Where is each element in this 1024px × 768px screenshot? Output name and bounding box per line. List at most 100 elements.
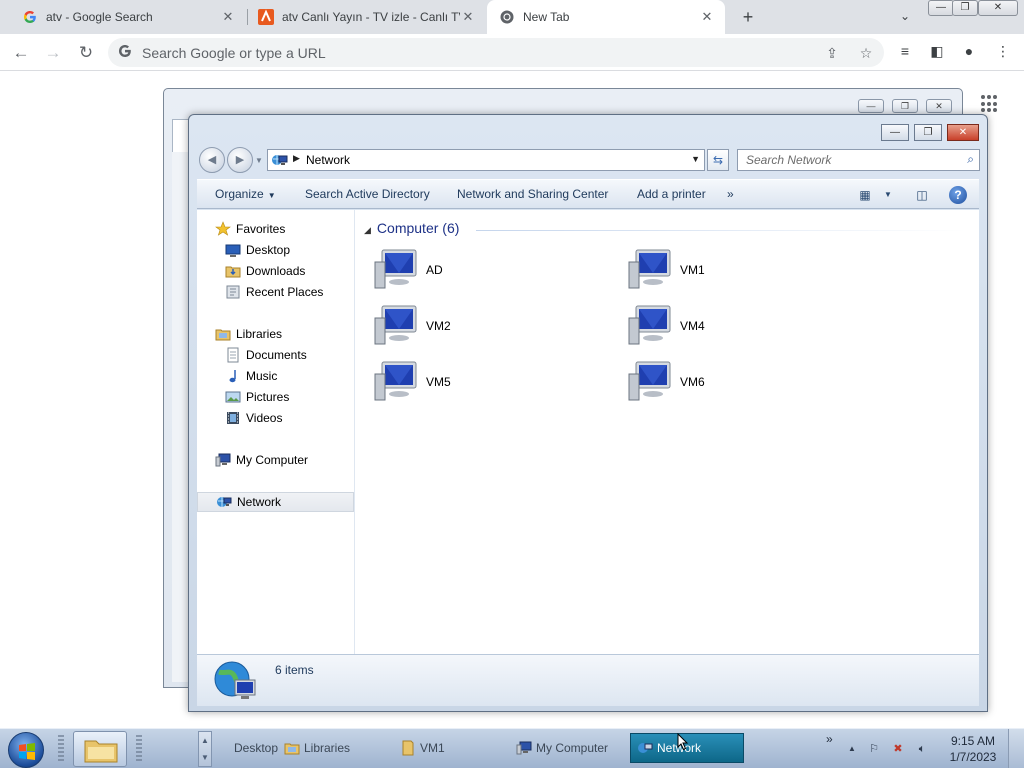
address-dropdown-icon[interactable]: ▼	[691, 154, 700, 164]
nav-network[interactable]: Network	[197, 492, 354, 512]
nav-recent-places[interactable]: Recent Places	[225, 282, 323, 302]
command-bar: Organize ▼ Search Active Directory Networ…	[197, 179, 979, 209]
forward-button[interactable]: →	[42, 42, 64, 64]
reload-button[interactable]: ↻	[75, 42, 97, 64]
network-explorer-window: — ❐ ✕ ◀ ▶ ▼ ▶ Network ▼ ⇆ ⌕ Organize▼ Se…	[188, 114, 988, 712]
scroll-toolbar-buttons[interactable]: ▲ ▼	[198, 731, 212, 767]
action-center-flag-icon[interactable]: ⚐	[866, 741, 882, 757]
toolbar-grip[interactable]	[136, 735, 142, 763]
computer-item-ad[interactable]: AD	[374, 248, 574, 294]
nav-pictures[interactable]: Pictures	[225, 387, 289, 407]
computer-item-vm4[interactable]: VM4	[628, 304, 828, 350]
new-tab-button[interactable]: +	[738, 7, 758, 27]
computer-item-vm5[interactable]: VM5	[374, 360, 574, 406]
tab-google-search[interactable]: atv - Google Search ✕	[0, 0, 246, 34]
show-desktop-button[interactable]	[1008, 729, 1024, 768]
folder-icon	[84, 740, 118, 763]
search-icon[interactable]: ⌕	[967, 152, 974, 167]
tab-search-chevron-icon[interactable]: ⌄	[896, 9, 914, 25]
downloads-folder-icon	[225, 263, 241, 279]
computer-item-vm2[interactable]: VM2	[374, 304, 574, 350]
close-button[interactable]: ✕	[947, 124, 979, 141]
computer-item-vm1[interactable]: VM1	[628, 248, 828, 294]
computer-item-vm6[interactable]: VM6	[628, 360, 828, 406]
close-button[interactable]: ✕	[926, 99, 952, 113]
side-panel-icon[interactable]: ◧	[928, 42, 946, 60]
file-list: ◢ Computer (6) AD VM1 VM2 VM4 VM5 VM6	[356, 210, 979, 654]
toolbar-grip[interactable]	[58, 735, 64, 763]
address-bar[interactable]: ▶ Network ▼	[267, 149, 705, 171]
nav-favorites[interactable]: Favorites	[215, 219, 285, 239]
organize-menu[interactable]: Organize ▼	[215, 187, 276, 201]
maximize-button[interactable]: ❐	[892, 99, 918, 113]
taskbar-desktop-toolbar[interactable]: Desktop	[234, 733, 278, 763]
minimize-button[interactable]: —	[928, 0, 954, 16]
bookmark-star-icon[interactable]: ☆	[858, 45, 874, 61]
forward-button[interactable]: ▶	[227, 147, 253, 173]
network-sharing-center-button[interactable]: Network and Sharing Center	[457, 187, 608, 201]
minimize-button[interactable]: —	[881, 124, 909, 141]
group-header-computer[interactable]: ◢ Computer (6)	[364, 220, 459, 236]
computer-icon	[215, 452, 231, 468]
taskbar-more-button[interactable]: »	[826, 729, 833, 749]
explorer-quicklaunch-button[interactable]	[73, 731, 127, 767]
taskbar-item-libraries[interactable]: Libraries	[284, 733, 350, 763]
nav-documents[interactable]: Documents	[225, 345, 307, 365]
breadcrumb-network[interactable]: Network	[306, 153, 350, 167]
change-view-icon[interactable]: ▦	[857, 186, 873, 204]
details-pane: 6 items	[197, 654, 979, 706]
nav-desktop[interactable]: Desktop	[225, 240, 290, 260]
nav-videos[interactable]: Videos	[225, 408, 282, 428]
network-disconnected-icon[interactable]: ✖	[890, 741, 906, 757]
media-queue-icon[interactable]: ≡	[896, 42, 914, 60]
back-button[interactable]: ◀	[199, 147, 225, 173]
share-icon[interactable]: ⇪	[824, 45, 840, 61]
nav-libraries[interactable]: Libraries	[215, 324, 282, 344]
nav-label: Music	[246, 369, 278, 383]
search-input[interactable]	[746, 150, 946, 170]
atv-favicon	[258, 9, 274, 25]
browser-toolbar: ← → ↻ ⇪ ☆ ≡ ◧ ● ⋮	[0, 34, 1024, 71]
minimize-button[interactable]: —	[858, 99, 884, 113]
taskbar-label: Libraries	[304, 741, 351, 755]
google-g-icon	[118, 44, 132, 61]
back-button[interactable]: ←	[10, 42, 32, 64]
search-box[interactable]: ⌕	[737, 149, 980, 171]
search-active-directory-button[interactable]: Search Active Directory	[305, 187, 430, 201]
recent-pages-chevron-icon[interactable]: ▼	[255, 156, 263, 165]
taskbar-item-vm1[interactable]: VM1	[400, 733, 445, 763]
more-menu-icon[interactable]: ⋮	[994, 42, 1012, 60]
close-tab-icon[interactable]: ✕	[460, 9, 476, 25]
add-printer-button[interactable]: Add a printer	[637, 187, 706, 201]
nav-label: Network	[237, 495, 282, 509]
omnibox-input[interactable]	[142, 38, 822, 67]
tab-strip: atv - Google Search ✕ atv Canlı Yayın - …	[0, 0, 1024, 34]
taskbar-item-my-computer[interactable]: My Computer	[516, 733, 608, 763]
tab-atv-live[interactable]: atv Canlı Yayın - TV izle - Canlı TV ✕	[248, 0, 486, 34]
collapse-triangle-icon[interactable]: ◢	[364, 225, 371, 235]
breadcrumb-arrow-icon[interactable]: ▶	[293, 153, 300, 164]
start-button[interactable]	[8, 732, 44, 768]
nav-downloads[interactable]: Downloads	[225, 261, 305, 281]
nav-label: Pictures	[246, 390, 290, 404]
volume-speaker-icon[interactable]: 🔈︎	[914, 741, 930, 757]
preview-pane-icon[interactable]: ◫	[913, 186, 931, 204]
google-apps-icon[interactable]	[981, 95, 999, 113]
system-clock[interactable]: 9:15 AM 1/7/2023	[946, 733, 1000, 765]
tab-new-tab[interactable]: New Tab ✕	[487, 0, 725, 34]
close-window-button[interactable]: ✕	[978, 0, 1018, 16]
help-icon[interactable]: ?	[949, 186, 967, 204]
omnibox[interactable]: ⇪ ☆	[108, 38, 884, 67]
close-tab-icon[interactable]: ✕	[699, 9, 715, 25]
view-options-chevron-icon[interactable]: ▼	[883, 186, 893, 204]
profile-avatar-icon[interactable]: ●	[960, 42, 978, 60]
nav-my-computer[interactable]: My Computer	[215, 450, 308, 470]
close-tab-icon[interactable]: ✕	[220, 9, 236, 25]
nav-music[interactable]: Music	[225, 366, 277, 386]
nav-label: Videos	[246, 411, 283, 425]
more-commands-button[interactable]: »	[727, 187, 734, 201]
refresh-button[interactable]: ⇆	[707, 149, 729, 171]
show-hidden-icons-chevron-icon[interactable]: ▲	[844, 741, 860, 757]
restore-button[interactable]: ❐	[952, 0, 978, 16]
maximize-button[interactable]: ❐	[914, 124, 942, 141]
